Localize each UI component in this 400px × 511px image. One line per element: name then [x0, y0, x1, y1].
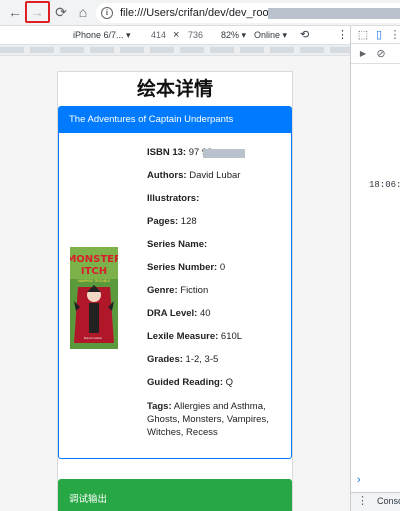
book-cover-image: MONSTER ITCH VAMPIRE TROUBLE David Lubar: [70, 247, 118, 349]
field-value: 1-2, 3-5: [182, 354, 219, 365]
device-toolbar: iPhone 6/7... ▾ 414 × 736 82% ▾ Online ▾…: [0, 26, 350, 44]
zoom-value: 82%: [221, 30, 240, 40]
field-label: Tags:: [147, 401, 172, 412]
page-title: 绘本详情: [136, 78, 213, 100]
devtools-tabbar: ⬚ ▯ ⋮: [351, 26, 400, 44]
toggle-device-icon[interactable]: ▯: [373, 29, 385, 41]
debug-output-card: 调试输出: [58, 479, 292, 511]
field-label: Series Name:: [147, 239, 208, 250]
field-dra-level: DRA Level: 40: [147, 308, 287, 320]
back-icon[interactable]: ←: [6, 3, 24, 21]
drawer-more-icon[interactable]: ⋮: [357, 494, 368, 507]
browser-toolbar: ← → ⟳ ⌂ i file:///Users/crifan/dev/dev_r…: [0, 0, 400, 26]
field-label: DRA Level:: [147, 308, 198, 319]
times-sign: ×: [173, 29, 180, 41]
cover-title-line2: ITCH: [81, 266, 107, 277]
field-label: Guided Reading:: [147, 377, 223, 388]
devtools-drawer: ⋮ Conso: [351, 492, 400, 511]
field-genre: Genre: Fiction: [147, 285, 287, 297]
device-viewport: 绘本详情 The Adventures of Captain Underpant…: [57, 71, 293, 511]
field-authors: Authors: David Lubar: [147, 170, 287, 182]
device-select[interactable]: iPhone 6/7... ▾: [73, 26, 131, 44]
field-value: 610L: [218, 331, 243, 342]
devtools-panel: ⬚ ▯ ⋮ ▶ ⊘ 18:06:0 › ⋮ Conso: [350, 26, 400, 511]
clear-console-icon[interactable]: ⊘: [375, 48, 387, 60]
console-timestamp: 18:06:0: [369, 180, 400, 190]
field-isbn: ISBN 13: 97 99: [147, 147, 287, 159]
network-select[interactable]: Online ▾: [254, 26, 287, 44]
book-title-header: The Adventures of Captain Underpants: [59, 107, 291, 133]
field-label: Lexile Measure:: [147, 331, 219, 342]
devtools-more-icon[interactable]: ⋮: [389, 29, 400, 41]
field-label: Grades:: [147, 354, 183, 365]
console-sidebar-icon[interactable]: ▶: [357, 48, 369, 60]
field-tags: Tags: Allergies and Asthma, Ghosts, Mons…: [147, 400, 287, 439]
zoom-select[interactable]: 82% ▾: [221, 26, 246, 44]
field-value: Fiction: [177, 285, 209, 296]
address-bar[interactable]: i file:///Users/crifan/dev/dev_root/: [96, 3, 400, 23]
viewport-width[interactable]: 414: [151, 26, 166, 44]
url-text: file:///Users/crifan/dev/dev_root/: [120, 7, 275, 19]
device-name: iPhone 6/7...: [73, 30, 124, 40]
media-query-ruler[interactable]: [0, 44, 350, 56]
field-value: 0: [217, 262, 226, 273]
debug-output-title: 调试输出: [69, 494, 108, 505]
forward-button-highlight: [25, 1, 50, 23]
cover-author: David Lubar: [84, 336, 103, 340]
field-lexile-measure: Lexile Measure: 610L: [147, 331, 287, 343]
drawer-tab-console[interactable]: Conso: [377, 496, 400, 506]
reload-icon[interactable]: ⟳: [52, 3, 70, 21]
isbn-redaction: [203, 149, 245, 158]
field-value: David Lubar: [186, 170, 241, 181]
field-label: Series Number:: [147, 262, 218, 273]
viewport-height[interactable]: 736: [188, 26, 203, 44]
home-icon[interactable]: ⌂: [74, 3, 92, 21]
field-value: 128: [178, 216, 197, 227]
field-label: Authors:: [147, 170, 187, 181]
rotate-icon[interactable]: ⟲: [300, 26, 309, 44]
book-detail-card: The Adventures of Captain Underpants MON…: [58, 106, 292, 459]
inspect-element-icon[interactable]: ⬚: [357, 29, 369, 41]
field-pages: Pages: 128: [147, 216, 287, 228]
field-series-name: Series Name:: [147, 239, 287, 251]
network-value: Online: [254, 30, 281, 40]
field-value: Q: [223, 377, 234, 388]
field-grades: Grades: 1-2, 3-5: [147, 354, 287, 366]
field-illustrators: Illustrators:: [147, 193, 287, 205]
field-value: 40: [197, 308, 211, 319]
field-guided-reading: Guided Reading: Q: [147, 377, 287, 389]
cover-subtitle: VAMPIRE TROUBLE: [78, 279, 111, 283]
url-redaction: [268, 8, 400, 19]
field-label: Genre:: [147, 285, 178, 296]
field-label: ISBN 13:: [147, 147, 187, 158]
field-series-number: Series Number: 0: [147, 262, 287, 274]
field-label: Pages:: [147, 216, 179, 227]
more-options-icon[interactable]: ⋮: [337, 26, 348, 44]
console-prompt[interactable]: ›: [357, 474, 361, 486]
cover-title-line1: MONSTER: [70, 254, 118, 265]
info-icon[interactable]: i: [101, 7, 113, 19]
field-label: Illustrators:: [147, 193, 200, 204]
console-toolbar: ▶ ⊘: [351, 44, 400, 64]
